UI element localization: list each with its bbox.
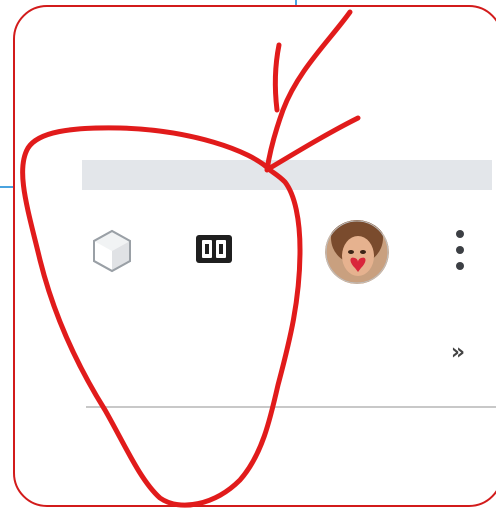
hexagon-icon[interactable] [89,228,135,274]
bookmarks-overflow-chevron[interactable]: » [440,338,476,368]
profile-avatar[interactable] [325,220,389,284]
vertical-ellipsis-icon[interactable] [450,226,470,282]
screenshot-frame [13,5,496,507]
tab-strip [82,160,492,190]
toolbar-divider [86,406,496,408]
immersive-reader-icon[interactable] [194,232,234,266]
